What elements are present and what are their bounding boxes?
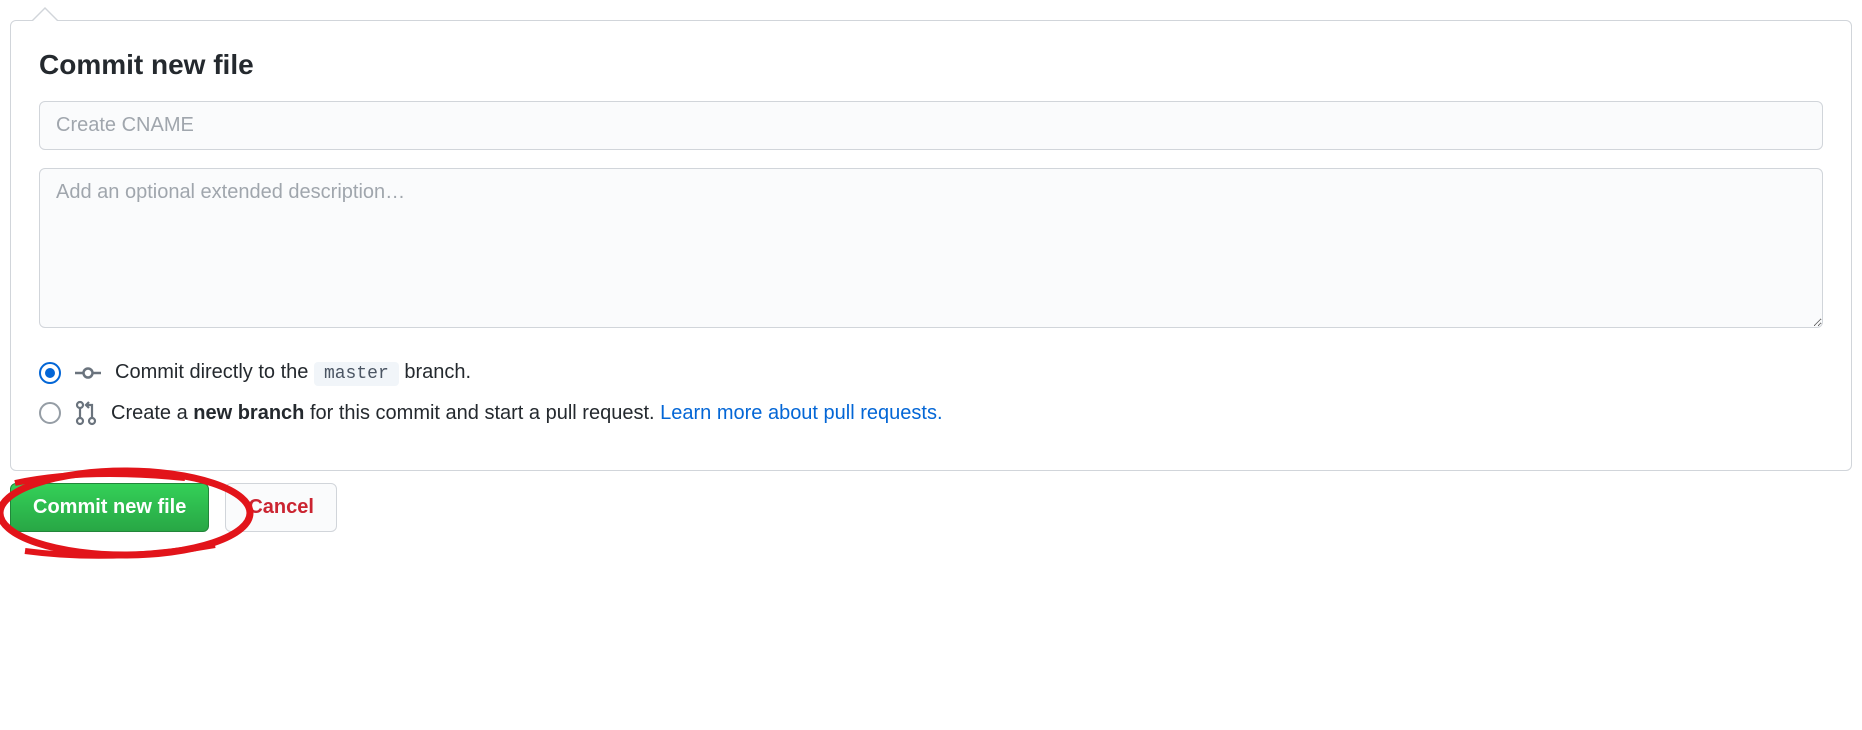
button-row: Commit new file Cancel <box>10 483 1852 532</box>
panel-title: Commit new file <box>39 49 1823 81</box>
commit-summary-input[interactable] <box>39 101 1823 150</box>
radio-selected-icon[interactable] <box>39 362 61 384</box>
git-pull-request-icon <box>75 400 97 426</box>
direct-commit-label: Commit directly to the master branch. <box>115 361 471 384</box>
cancel-button[interactable]: Cancel <box>225 483 337 532</box>
commit-new-file-button[interactable]: Commit new file <box>10 483 209 532</box>
newbranch-label: Create a new branch for this commit and … <box>111 402 943 425</box>
commit-description-textarea[interactable] <box>39 168 1823 328</box>
git-commit-icon <box>75 364 101 382</box>
commit-newbranch-option[interactable]: Create a new branch for this commit and … <box>39 400 1823 426</box>
learn-more-link[interactable]: Learn more about pull requests. <box>660 402 942 424</box>
commit-panel: Commit new file Commit directly to the m… <box>10 20 1852 471</box>
commit-direct-option[interactable]: Commit directly to the master branch. <box>39 361 1823 384</box>
branch-name-badge: master <box>314 362 399 386</box>
radio-unselected-icon[interactable] <box>39 402 61 424</box>
